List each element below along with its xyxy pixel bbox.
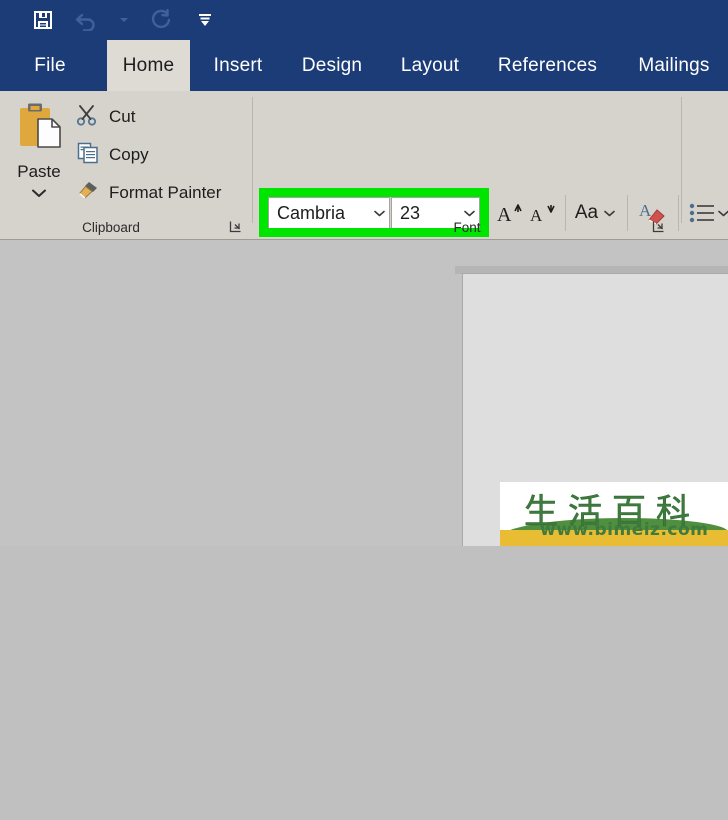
paste-button[interactable]: Paste [6, 97, 72, 211]
clipboard-icon [12, 101, 66, 160]
tab-home[interactable]: Home [107, 40, 190, 91]
tab-layout[interactable]: Layout [389, 40, 471, 91]
copy-label: Copy [109, 145, 149, 164]
site-watermark: 生活百科 www.bimeiz.com [500, 482, 728, 546]
button-separator [678, 195, 679, 231]
ribbon-body: Paste Cut Copy Format Painter Clipboard … [0, 91, 728, 287]
clipboard-group-label: Clipboard [82, 220, 140, 235]
svg-text:A: A [639, 201, 652, 220]
font-dialog-launcher[interactable] [652, 220, 665, 233]
quick-access-toolbar [30, 0, 218, 40]
cut-button[interactable]: Cut [76, 101, 135, 133]
font-group-label: Font [453, 220, 481, 235]
customize-qat-icon[interactable] [192, 7, 218, 33]
cut-label: Cut [109, 107, 136, 126]
ribbon-tab-strip: File Home Insert Design Layout Reference… [0, 40, 728, 91]
tab-design[interactable]: Design [290, 40, 374, 91]
paintbrush-icon [76, 179, 100, 208]
undo-icon[interactable] [74, 7, 100, 33]
tab-file[interactable]: File [22, 40, 78, 91]
tab-insert[interactable]: Insert [203, 40, 273, 91]
copy-button[interactable]: Copy [76, 139, 149, 171]
bullets-dropdown-icon[interactable] [716, 203, 728, 223]
watermark-url: www.bimeiz.com [540, 520, 709, 540]
tab-references[interactable]: References [487, 40, 608, 91]
undo-dropdown-icon[interactable] [118, 7, 130, 33]
title-bar [0, 0, 728, 40]
group-separator [252, 97, 253, 223]
bullets-button[interactable] [688, 199, 716, 227]
group-separator [681, 97, 682, 223]
chevron-down-icon[interactable] [32, 184, 46, 202]
paste-label: Paste [17, 162, 61, 181]
scissors-icon [76, 103, 100, 132]
save-icon[interactable] [30, 7, 56, 33]
clipboard-dialog-launcher[interactable] [229, 220, 242, 233]
redo-icon[interactable] [148, 7, 174, 33]
format-painter-label: Format Painter [109, 183, 222, 202]
copy-icon [76, 141, 100, 170]
format-painter-button[interactable]: Format Painter [76, 177, 221, 209]
tab-mailings[interactable]: Mailings [620, 40, 728, 91]
